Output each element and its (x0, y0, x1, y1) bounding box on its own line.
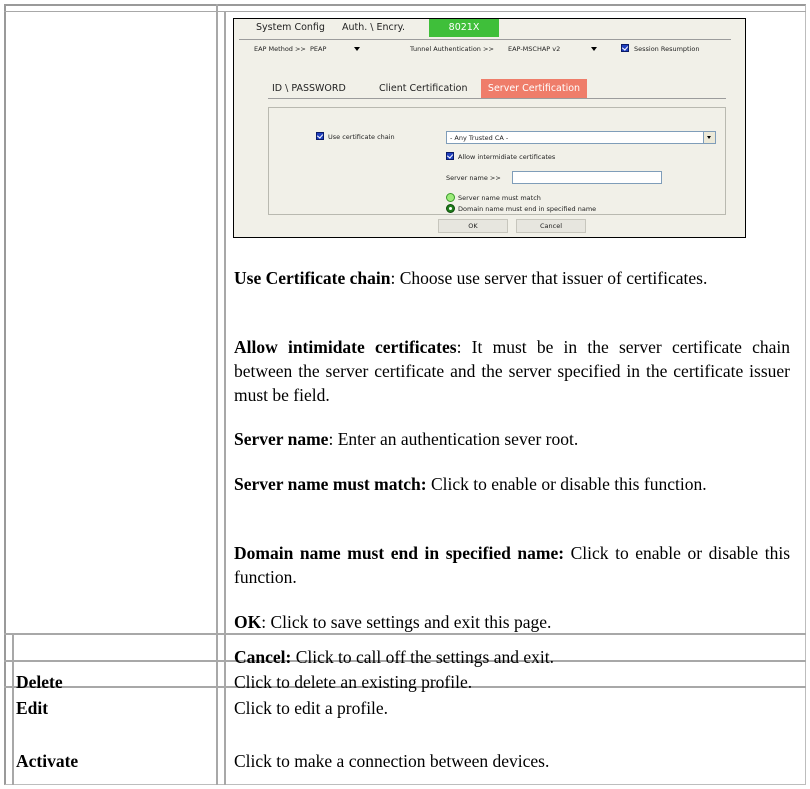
subtab-underline (268, 98, 726, 99)
desc-use-cert-chain: Use Certificate chain: Choose use server… (234, 266, 790, 290)
desc-cell-border (224, 635, 226, 785)
desc-text: Click to call off the settings and exit. (295, 647, 554, 667)
desc-term: OK (234, 612, 262, 632)
tab-system-config[interactable]: System Config (256, 19, 336, 37)
subtab-client-certification[interactable]: Client Certification (379, 79, 479, 98)
tab-underline (239, 39, 731, 40)
domain-name-label: Domain name must end in specified name (458, 205, 597, 213)
desc-term: Server name must match: (234, 474, 427, 494)
tunnel-auth-dropdown-icon[interactable] (591, 47, 597, 51)
certificate-dialog-screenshot: System Config Auth. \ Encry. 8021X EAP M… (233, 18, 746, 238)
desc-term: Cancel: (234, 647, 292, 667)
eap-method-value[interactable]: PEAP (310, 45, 326, 53)
tunnel-auth-label: Tunnel Authentication >> (410, 45, 494, 53)
allow-intermediate-label: Allow intermidiate certificates (458, 153, 556, 161)
inner-cell-border (224, 11, 226, 633)
eap-method-label: EAP Method >> (254, 45, 306, 53)
server-name-match-label: Server name must match (458, 194, 541, 202)
session-resumption-checkbox[interactable] (621, 44, 629, 52)
server-name-label: Server name >> (446, 174, 501, 182)
tab-8021x[interactable]: 8021X (429, 19, 499, 37)
desc-sep: : (456, 337, 472, 357)
desc-allow-intermediate: Allow intimidate certificates: It must b… (234, 335, 790, 407)
subtab-server-certification[interactable]: Server Certification (481, 79, 587, 98)
domain-name-radio[interactable] (446, 204, 455, 213)
row-label-activate: Activate (16, 751, 79, 771)
ca-select[interactable]: - Any Trusted CA - (446, 131, 716, 144)
use-cert-chain-label: Use certificate chain (328, 133, 395, 141)
tunnel-auth-value[interactable]: EAP-MSCHAP v2 (508, 45, 560, 53)
row-desc-delete: Click to delete an existing profile. (234, 672, 473, 692)
label-cell-border (12, 635, 14, 785)
ok-button[interactable]: OK (438, 219, 508, 233)
use-cert-chain-checkbox[interactable] (316, 132, 324, 140)
desc-ok: OK: Click to save settings and exit this… (234, 610, 790, 634)
desc-term: Allow intimidate certificates (234, 337, 457, 357)
desc-server-name-match: Server name must match: Click to enable … (234, 472, 790, 496)
server-name-match-radio[interactable] (446, 193, 455, 202)
row-label-edit: Edit (16, 698, 49, 718)
cancel-button[interactable]: Cancel (516, 219, 586, 233)
desc-term: Domain name must end in specified name: (234, 543, 565, 563)
row-divider-top (4, 11, 806, 12)
row-desc-activate: Click to make a connection between devic… (234, 751, 550, 771)
subtab-id-password[interactable]: ID \ PASSWORD (272, 79, 362, 98)
desc-text: Choose use server that issuer of certifi… (399, 268, 708, 288)
desc-server-name: Server name: Enter an authentication sev… (234, 427, 790, 451)
desc-cancel: Cancel: Click to call off the settings a… (234, 645, 790, 669)
session-resumption-label: Session Resumption (634, 45, 700, 53)
desc-text: Click to enable or disable this function… (431, 474, 707, 494)
desc-domain-name: Domain name must end in specified name: … (234, 541, 790, 589)
desc-sep: : (328, 429, 338, 449)
server-name-input[interactable] (512, 171, 662, 184)
allow-intermediate-checkbox[interactable] (446, 152, 454, 160)
chevron-down-icon[interactable] (703, 132, 715, 143)
ca-select-value: - Any Trusted CA - (450, 134, 509, 142)
desc-text: Click to save settings and exit this pag… (270, 612, 552, 632)
row-desc-edit: Click to edit a profile. (234, 698, 389, 718)
column-divider (216, 4, 218, 785)
desc-term: Server name (234, 429, 329, 449)
desc-term: Use Certificate chain (234, 268, 391, 288)
eap-method-dropdown-icon[interactable] (354, 47, 360, 51)
row-label-delete: Delete (16, 672, 63, 692)
desc-text: Enter an authentication sever root. (337, 429, 579, 449)
tab-auth-encry[interactable]: Auth. \ Encry. (342, 19, 422, 37)
desc-sep: : (390, 268, 400, 288)
